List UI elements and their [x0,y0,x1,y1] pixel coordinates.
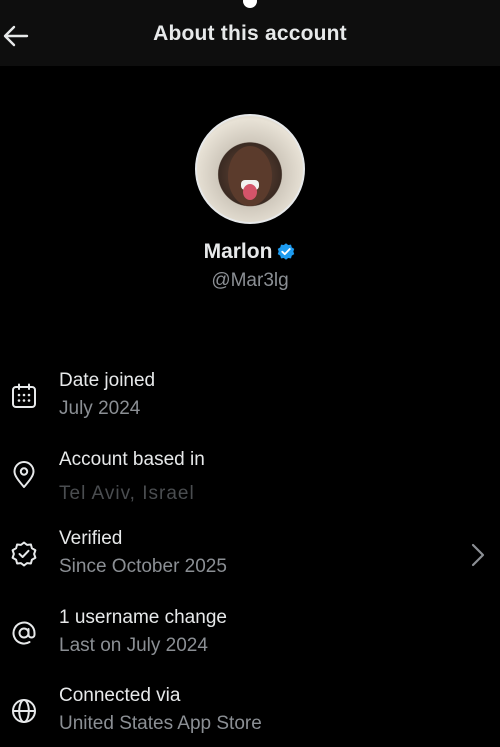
profile-handle: @Mar3lg [211,270,289,291]
globe-icon [12,699,36,723]
row-value: July 2024 [59,398,141,419]
row-label: Connected via [59,685,181,706]
row-value: United States App Store [59,713,262,734]
profile-name: Marlon [203,240,273,263]
row-value: Tel Aviv, Israel [59,483,195,504]
row-value: Last on July 2024 [59,635,208,656]
info-row-date-joined: Date joined July 2024 [0,370,500,432]
row-value: Since October 2025 [59,556,227,577]
row-label: 1 username change [59,607,227,628]
verified-badge-icon [11,541,37,567]
status-indicator-dot [243,0,257,8]
avatar[interactable] [195,114,305,224]
calendar-icon [12,383,36,408]
info-row-connected-via: Connected via United States App Store [0,685,500,747]
verified-check-icon [278,243,295,260]
profile-name-row: Marlon [0,240,500,264]
row-label: Account based in [59,449,205,470]
chevron-right-icon [471,543,485,567]
location-pin-icon [13,461,35,488]
row-label: Date joined [59,370,156,391]
info-row-account-based-in: Account based in Tel Aviv, Israel [0,449,500,511]
info-row-username-change: 1 username change Last on July 2024 [0,607,500,669]
info-row-verified[interactable]: Verified Since October 2025 [0,528,500,590]
row-label: Verified [59,528,123,549]
avatar-image [228,146,272,206]
at-sign-icon [12,621,36,645]
top-bar: About this account [0,0,500,66]
page-title: About this account [153,22,347,45]
